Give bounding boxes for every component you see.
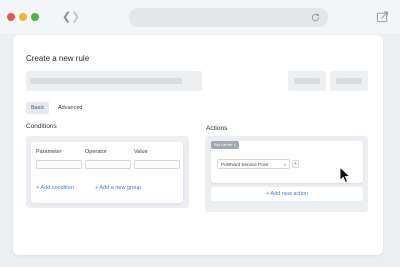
tab-basic[interactable]: Basic	[26, 102, 50, 114]
parameter-input[interactable]	[36, 160, 82, 169]
tab-advanced[interactable]: Advanced	[53, 102, 87, 114]
share-icon[interactable]	[376, 10, 389, 23]
actions-heading: Actions	[206, 125, 228, 132]
chevron-left-icon[interactable]: ❮	[62, 10, 71, 24]
service-select-value: PostNord Service Point	[221, 162, 269, 167]
value-label: Value	[134, 149, 148, 155]
add-action-button[interactable]: + Add new action	[211, 187, 363, 201]
reload-icon[interactable]	[310, 12, 321, 23]
operator-label: Operator	[85, 149, 107, 155]
rule-name-input[interactable]	[26, 71, 202, 91]
close-icon[interactable]: ×	[234, 142, 236, 147]
minimize-window-button[interactable]	[19, 13, 27, 21]
secondary-action-button[interactable]	[288, 71, 326, 91]
add-option-button[interactable]: +	[292, 160, 299, 168]
service-select[interactable]: PostNord Service Point ▾	[217, 159, 290, 169]
parameter-label: Parameter	[36, 149, 62, 155]
add-condition-link[interactable]: + Add condition	[36, 185, 74, 191]
conditions-heading: Conditions	[26, 123, 57, 130]
browser-toolbar: ❮ ❯	[0, 0, 400, 34]
condition-group: Parameter Operator Value + Add condition…	[31, 142, 183, 203]
primary-action-button[interactable]	[330, 71, 368, 91]
chip-label: Set carrier	[214, 142, 233, 147]
operator-input[interactable]	[85, 160, 131, 169]
value-input[interactable]	[134, 160, 180, 169]
maximize-window-button[interactable]	[31, 13, 39, 21]
conditions-panel: Parameter Operator Value + Add condition…	[26, 136, 189, 208]
chevron-down-icon: ▾	[283, 162, 286, 167]
address-bar[interactable]	[129, 8, 328, 27]
mouse-cursor-icon	[339, 166, 351, 184]
page-title: Create a new rule	[26, 54, 90, 63]
rule-editor-card: Create a new rule Basic Advanced Conditi…	[13, 35, 383, 255]
action-type-chip[interactable]: Set carrier ×	[211, 141, 239, 149]
chevron-right-icon[interactable]: ❯	[71, 10, 80, 24]
close-window-button[interactable]	[7, 13, 15, 21]
add-group-link[interactable]: + Add a new group	[95, 185, 141, 191]
